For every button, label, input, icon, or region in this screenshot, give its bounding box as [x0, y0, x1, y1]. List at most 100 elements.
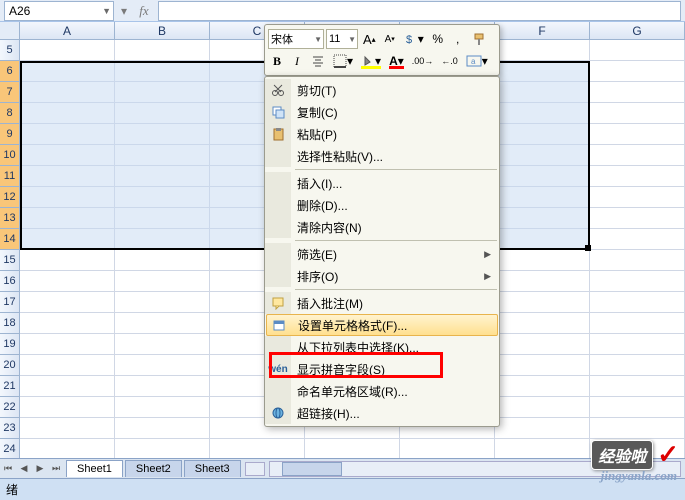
cell[interactable] — [115, 145, 210, 166]
row-header-15[interactable]: 15 — [0, 250, 20, 271]
grow-font-button[interactable]: A▴ — [360, 29, 379, 49]
cell[interactable] — [495, 103, 590, 124]
cell[interactable] — [115, 397, 210, 418]
column-header-G[interactable]: G — [590, 22, 685, 40]
cell[interactable] — [115, 187, 210, 208]
fx-button[interactable]: fx — [134, 1, 154, 21]
row-header-5[interactable]: 5 — [0, 40, 20, 61]
cell[interactable] — [115, 334, 210, 355]
dropdown-icon[interactable]: ▼ — [102, 6, 111, 16]
row-header-16[interactable]: 16 — [0, 271, 20, 292]
cell[interactable] — [115, 439, 210, 460]
tab-nav-next[interactable]: ▶ — [32, 461, 48, 477]
row-header-14[interactable]: 14 — [0, 229, 20, 250]
cell[interactable] — [495, 166, 590, 187]
format-painter-button[interactable] — [469, 29, 489, 49]
cell[interactable] — [20, 82, 115, 103]
cell[interactable] — [20, 124, 115, 145]
cell[interactable] — [115, 61, 210, 82]
cell[interactable] — [495, 397, 590, 418]
merge-center-button[interactable]: a▾ — [463, 51, 491, 71]
fill-color-button[interactable]: ▾ — [358, 51, 384, 71]
row-header-9[interactable]: 9 — [0, 124, 20, 145]
menu-item[interactable]: 粘贴(P) — [265, 123, 499, 145]
menu-item[interactable]: 超链接(H)... — [265, 402, 499, 424]
menu-item[interactable]: 筛选(E)▶ — [265, 243, 499, 265]
cell[interactable] — [20, 355, 115, 376]
cell[interactable] — [590, 229, 685, 250]
row-header-24[interactable]: 24 — [0, 439, 20, 460]
row-header-22[interactable]: 22 — [0, 397, 20, 418]
cell[interactable] — [590, 187, 685, 208]
menu-item[interactable]: 清除内容(N) — [265, 216, 499, 238]
menu-item[interactable]: 插入批注(M) — [265, 292, 499, 314]
cell[interactable] — [115, 418, 210, 439]
row-header-11[interactable]: 11 — [0, 166, 20, 187]
accounting-format-button[interactable]: $▾ — [401, 29, 427, 49]
cell[interactable] — [20, 418, 115, 439]
cell[interactable] — [115, 166, 210, 187]
cell[interactable] — [495, 250, 590, 271]
cell[interactable] — [20, 40, 115, 61]
cell[interactable] — [20, 439, 115, 460]
cell[interactable] — [20, 103, 115, 124]
cell[interactable] — [495, 208, 590, 229]
column-header-F[interactable]: F — [495, 22, 590, 40]
cell[interactable] — [115, 292, 210, 313]
cell[interactable] — [20, 229, 115, 250]
cell[interactable] — [495, 292, 590, 313]
menu-item[interactable]: 排序(O)▶ — [265, 265, 499, 287]
scroll-thumb[interactable] — [282, 462, 342, 476]
new-sheet-button[interactable] — [245, 462, 265, 476]
cell[interactable] — [495, 313, 590, 334]
menu-item[interactable]: 命名单元格区域(R)... — [265, 380, 499, 402]
cell[interactable] — [590, 82, 685, 103]
column-header-A[interactable]: A — [20, 22, 115, 40]
italic-button[interactable]: I — [288, 51, 306, 71]
row-header-6[interactable]: 6 — [0, 61, 20, 82]
cell[interactable] — [20, 208, 115, 229]
cell[interactable] — [20, 250, 115, 271]
cell[interactable] — [115, 376, 210, 397]
cell[interactable] — [495, 82, 590, 103]
expand-button[interactable]: ▾ — [114, 1, 134, 21]
cell[interactable] — [115, 355, 210, 376]
cell[interactable] — [20, 166, 115, 187]
row-header-12[interactable]: 12 — [0, 187, 20, 208]
bold-button[interactable]: B — [268, 51, 286, 71]
cell[interactable] — [305, 439, 400, 460]
cell[interactable] — [495, 439, 590, 460]
cell[interactable] — [20, 271, 115, 292]
select-all-corner[interactable] — [0, 22, 20, 40]
row-header-18[interactable]: 18 — [0, 313, 20, 334]
row-header-8[interactable]: 8 — [0, 103, 20, 124]
menu-item[interactable]: 从下拉列表中选择(K)... — [265, 336, 499, 358]
decrease-decimal-button[interactable]: .00→ — [409, 51, 437, 71]
cell[interactable] — [590, 418, 685, 439]
shrink-font-button[interactable]: A▾ — [381, 29, 399, 49]
cell[interactable] — [20, 313, 115, 334]
cell[interactable] — [590, 397, 685, 418]
cell[interactable] — [495, 229, 590, 250]
sheet-tab-Sheet3[interactable]: Sheet3 — [184, 460, 241, 477]
cell[interactable] — [495, 376, 590, 397]
name-box[interactable]: A26 ▼ — [4, 1, 114, 21]
font-name-select[interactable]: 宋体 ▼ — [268, 29, 324, 49]
cell[interactable] — [590, 292, 685, 313]
cell[interactable] — [495, 271, 590, 292]
cell[interactable] — [495, 145, 590, 166]
comma-style-button[interactable]: , — [449, 29, 467, 49]
font-size-select[interactable]: 11 ▼ — [326, 29, 358, 49]
cell[interactable] — [20, 397, 115, 418]
row-header-21[interactable]: 21 — [0, 376, 20, 397]
row-header-23[interactable]: 23 — [0, 418, 20, 439]
column-header-B[interactable]: B — [115, 22, 210, 40]
menu-item[interactable]: 设置单元格格式(F)... — [266, 314, 498, 336]
cell[interactable] — [590, 271, 685, 292]
row-header-7[interactable]: 7 — [0, 82, 20, 103]
cell[interactable] — [20, 292, 115, 313]
center-align-button[interactable] — [308, 51, 328, 71]
row-header-10[interactable]: 10 — [0, 145, 20, 166]
cell[interactable] — [590, 103, 685, 124]
cell[interactable] — [590, 208, 685, 229]
